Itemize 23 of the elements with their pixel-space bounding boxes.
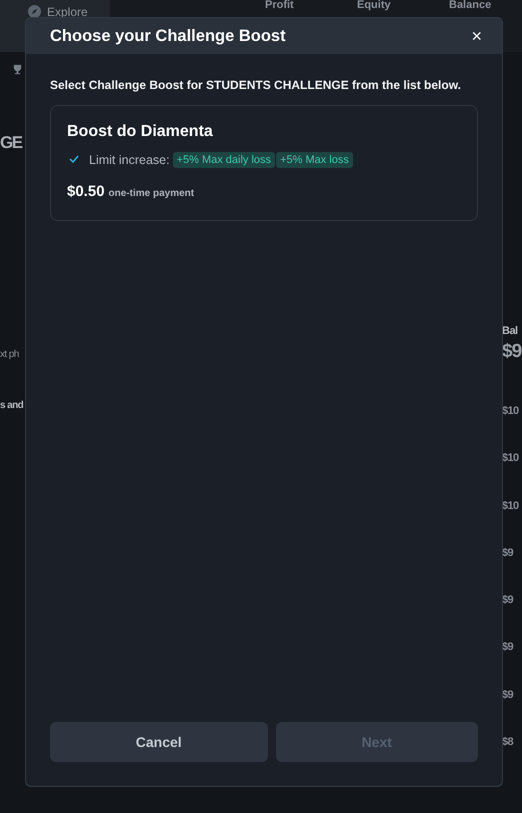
text-fragment: xt ph: [0, 349, 20, 360]
balance-row-value: $10: [502, 452, 520, 466]
balance-row-value: $9: [502, 641, 514, 656]
balance-value: $9: [502, 341, 522, 363]
limit-tag: +5% Max daily loss: [172, 152, 276, 168]
text-fragment: s and: [0, 400, 24, 411]
stat-label: Profit: [265, 0, 295, 11]
balance-row-value: $10: [502, 500, 520, 514]
boost-name: Boost do Diamenta: [67, 123, 214, 141]
heading-fragment: GE: [0, 133, 24, 153]
feature-label: Limit increase:: [89, 153, 170, 167]
stat-label: Equity: [357, 0, 392, 11]
limit-tag: +5% Max loss: [276, 152, 353, 168]
balance-row-value: $9: [502, 546, 514, 561]
balance-row-value: $9: [502, 594, 514, 608]
balance-row-value: $10: [502, 405, 520, 419]
dialog-title: Choose your Challenge Boost: [50, 26, 286, 46]
stat-label: Balance: [449, 0, 492, 11]
balance-row-value: $9: [502, 688, 514, 703]
price-note: one-time payment: [108, 188, 194, 199]
boost-price: $0.50: [67, 183, 105, 200]
dialog-instruction: Select Challenge Boost for STUDENTS CHALLENGE from the list below.: [50, 78, 462, 92]
balance-row-value: $8: [502, 736, 514, 750]
